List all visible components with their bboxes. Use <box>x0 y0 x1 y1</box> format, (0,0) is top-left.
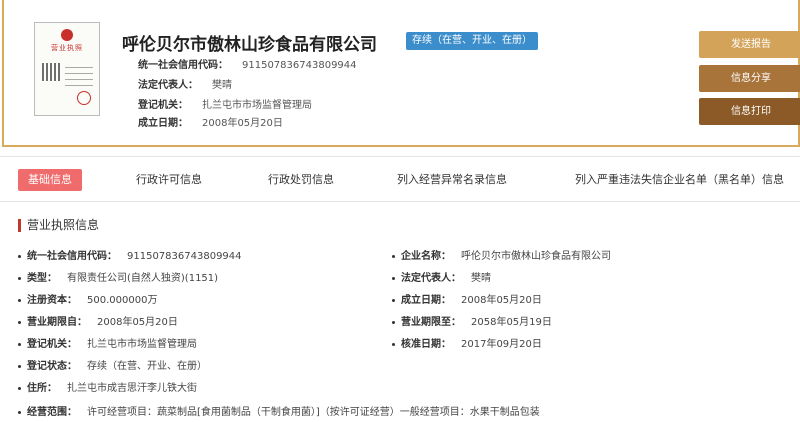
info-value: 2008年05月20日 <box>97 317 178 328</box>
qr-code-icon <box>42 63 60 81</box>
info-row: 登记机关： 扎兰屯市市场监督管理局 <box>18 335 197 350</box>
info-label: 住所： <box>27 383 57 394</box>
info-label: 登记状态： <box>27 361 77 372</box>
bullet-icon <box>18 276 21 280</box>
info-value: 911507836743809944 <box>127 251 242 262</box>
tab-blacklist[interactable]: 列入严重违法失信企业名单（黑名单）信息 <box>575 169 784 191</box>
info-label: 登记机关： <box>27 339 77 350</box>
info-row: 核准日期： 2017年09月20日 <box>392 335 542 350</box>
company-header-card: 营业执照 呼伦贝尔市傲林山珍食品有限公司 存续（在营、开业、在册） 统一社会信用… <box>2 0 800 147</box>
credit-code-label: 统一社会信用代码： <box>138 60 228 71</box>
official-seal-icon <box>77 91 91 105</box>
legal-rep-line: 法定代表人： 樊晴 <box>138 76 232 91</box>
info-value: 2008年05月20日 <box>461 295 542 306</box>
bullet-icon <box>392 342 395 346</box>
info-label: 注册资本： <box>27 295 77 306</box>
send-report-button[interactable]: 发送报告 <box>699 31 800 58</box>
info-row: 统一社会信用代码： 911507836743809944 <box>18 247 242 262</box>
section-title: 营业执照信息 <box>18 219 99 232</box>
info-row: 经营范围： 许可经营项目：蔬菜制品[食用菌制品（干制食用菌）]（按许可证经营）一般… <box>18 403 540 418</box>
reg-authority-label: 登记机关： <box>138 100 188 111</box>
info-label: 成立日期： <box>401 295 451 306</box>
bullet-icon <box>18 254 21 258</box>
credit-code-value: 911507836743809944 <box>242 60 357 71</box>
bullet-icon <box>18 298 21 302</box>
bullet-icon <box>18 386 21 390</box>
bullet-icon <box>18 364 21 368</box>
bullet-icon <box>392 276 395 280</box>
info-row: 类型： 有限责任公司(自然人独资)(1151) <box>18 269 218 284</box>
info-label: 经营范围： <box>27 407 77 418</box>
info-label: 类型： <box>27 273 57 284</box>
national-emblem-icon <box>61 29 73 41</box>
info-tabs: 基础信息 行政许可信息 行政处罚信息 列入经营异常名录信息 列入严重违法失信企业… <box>0 156 800 202</box>
info-value: 存续（在营、开业、在册） <box>87 361 207 372</box>
info-row: 企业名称： 呼伦贝尔市傲林山珍食品有限公司 <box>392 247 611 262</box>
info-value: 扎兰屯市市场监督管理局 <box>87 339 197 350</box>
legal-rep-value: 樊晴 <box>212 80 232 91</box>
tab-basic-info[interactable]: 基础信息 <box>18 169 82 191</box>
tab-admin-license[interactable]: 行政许可信息 <box>136 169 202 191</box>
business-license-thumbnail[interactable]: 营业执照 <box>34 22 100 116</box>
established-value: 2008年05月20日 <box>202 118 283 129</box>
info-value: 扎兰屯市成吉思汗李儿铁大街 <box>67 383 197 394</box>
info-value: 樊晴 <box>471 273 491 284</box>
info-value: 有限责任公司(自然人独资)(1151) <box>67 273 219 284</box>
info-label: 法定代表人： <box>401 273 461 284</box>
info-value: 许可经营项目：蔬菜制品[食用菌制品（干制食用菌）]（按许可证经营）一般经营项目：… <box>87 407 540 418</box>
bullet-icon <box>392 254 395 258</box>
license-text-line <box>65 67 93 68</box>
reg-authority-line: 登记机关： 扎兰屯市市场监督管理局 <box>138 96 312 111</box>
license-text-line <box>65 85 93 86</box>
company-name: 呼伦贝尔市傲林山珍食品有限公司 <box>122 35 377 55</box>
info-row: 成立日期： 2008年05月20日 <box>392 291 542 306</box>
info-row: 法定代表人： 樊晴 <box>392 269 491 284</box>
info-value: 2058年05月19日 <box>471 317 552 328</box>
tab-abnormal-operation[interactable]: 列入经营异常名录信息 <box>397 169 507 191</box>
info-row: 营业期限自： 2008年05月20日 <box>18 313 178 328</box>
info-value: 呼伦贝尔市傲林山珍食品有限公司 <box>461 251 611 262</box>
info-row: 登记状态： 存续（在营、开业、在册） <box>18 357 207 372</box>
info-label: 企业名称： <box>401 251 451 262</box>
info-row: 住所： 扎兰屯市成吉思汗李儿铁大街 <box>18 379 197 394</box>
license-thumbnail-title: 营业执照 <box>51 44 83 52</box>
info-value: 2017年09月20日 <box>461 339 542 350</box>
info-label: 营业期限至： <box>401 317 461 328</box>
info-label: 核准日期： <box>401 339 451 350</box>
info-value: 500.000000万 <box>87 295 158 306</box>
info-label: 统一社会信用代码： <box>27 251 117 262</box>
bullet-icon <box>392 298 395 302</box>
reg-authority-value: 扎兰屯市市场监督管理局 <box>202 100 312 111</box>
license-text-line <box>65 79 93 80</box>
legal-rep-label: 法定代表人： <box>138 80 198 91</box>
status-badge: 存续（在营、开业、在册） <box>406 32 538 50</box>
info-label: 营业期限自： <box>27 317 87 328</box>
license-text-line <box>65 73 93 74</box>
info-row: 注册资本： 500.000000万 <box>18 291 157 306</box>
print-info-button[interactable]: 信息打印 <box>699 98 800 125</box>
established-line: 成立日期： 2008年05月20日 <box>138 114 283 129</box>
share-info-button[interactable]: 信息分享 <box>699 65 800 92</box>
bullet-icon <box>392 320 395 324</box>
info-row: 营业期限至： 2058年05月19日 <box>392 313 552 328</box>
bullet-icon <box>18 320 21 324</box>
bullet-icon <box>18 410 21 414</box>
established-label: 成立日期： <box>138 118 188 129</box>
tab-admin-penalty[interactable]: 行政处罚信息 <box>268 169 334 191</box>
bullet-icon <box>18 342 21 346</box>
credit-code-line: 统一社会信用代码： 911507836743809944 <box>138 56 357 71</box>
